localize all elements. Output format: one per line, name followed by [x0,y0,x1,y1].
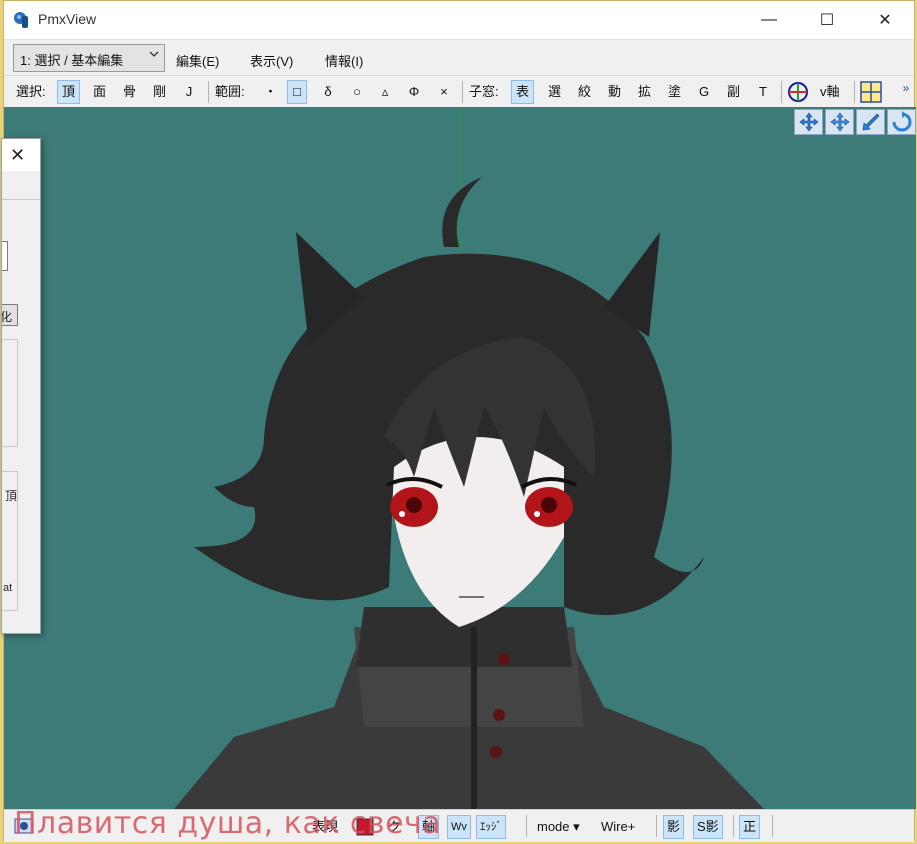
child-group-button[interactable]: G [694,80,714,104]
v-axis-button[interactable]: v軸 [816,80,844,104]
child-t-button[interactable]: T [753,80,773,104]
title-bar: PmxView — ☐ ✕ [4,1,914,39]
dialog-group-text: at [3,582,13,594]
range-rect-button[interactable]: □ [287,80,307,104]
child-window-label: 子窓: [469,84,499,99]
expression-button[interactable]: 表現 [309,815,341,839]
render-mode-dropdown[interactable]: mode ▾ [534,815,583,839]
range-phi-button[interactable]: Φ [404,80,424,104]
dialog-group-label: 頂 [5,489,18,503]
camera-icon[interactable] [14,816,34,840]
wv-toggle-button[interactable]: Wv [447,815,471,839]
mode-select-value: 1: 選択 / 基本編集 [20,53,124,68]
menu-bar: 1: 選択 / 基本編集 編集(E) 表示(V) 情報(I) [4,39,914,75]
window-title: PmxView [38,11,97,27]
jacket-button [490,746,502,758]
orthographic-toggle-button[interactable]: 正 [739,815,761,839]
pmxview-app-icon [12,10,32,30]
color-swatch-icon[interactable] [356,818,374,842]
range-triangle-button[interactable]: ▵ [375,80,395,104]
shadow-toggle-button[interactable]: 影 [663,815,685,839]
bottombar-divider [656,815,657,837]
bottom-toolbar: 表現 ク 軸 Wv ｴｯｼﾞ mode ▾ Wire+ 影 S影 正 [4,809,914,842]
mode-select-dropdown[interactable]: 1: 選択 / 基本編集 [13,44,165,72]
child-paint-button[interactable]: 塗 [664,80,685,104]
self-shadow-toggle-button[interactable]: S影 [693,815,723,839]
dialog-text-field[interactable] [2,241,8,271]
chevron-down-icon: ▾ [573,819,580,834]
dialog-action-button[interactable]: 化 [1,304,18,326]
toolbar-overflow-button[interactable]: » [896,76,916,100]
wire-plus-button[interactable]: Wire+ [598,815,638,839]
child-scale-button[interactable]: 拡 [634,80,655,104]
select-mode-label: 選択: [16,84,46,99]
toolbar-divider [208,81,209,103]
select-rigidbody-button[interactable]: 剛 [149,80,170,104]
dialog-group-box [2,339,18,447]
axis-gizmo-icon[interactable] [787,80,809,104]
range-point-button[interactable]: ・ [260,80,281,104]
dialog-close-button[interactable]: ✕ [10,145,25,166]
close-button[interactable]: ✕ [856,1,914,39]
toggle-ku-button[interactable]: ク [385,815,404,839]
edge-toggle-button[interactable]: ｴｯｼﾞ [476,815,506,839]
bottombar-divider [526,815,527,837]
range-delta-button[interactable]: δ [318,80,338,104]
layout-grid-icon[interactable] [860,80,882,104]
character-model [174,177,764,809]
child-move-button[interactable]: 動 [604,80,625,104]
menu-view[interactable]: 表示(V) [250,51,293,70]
dialog-button-label: 化 [1,310,13,324]
axis-toggle-button[interactable]: 軸 [418,815,440,839]
select-face-button[interactable]: 面 [89,80,110,104]
main-toolbar: 選択: 頂 面 骨 剛 J 範囲: ・ □ δ ○ ▵ Φ × 子窓: 表 選 … [4,75,914,107]
child-filter-button[interactable]: 絞 [574,80,595,104]
select-joint-button[interactable]: J [179,80,199,104]
bottombar-divider [772,815,773,837]
3d-viewport[interactable] [4,107,916,809]
select-bone-button[interactable]: 骨 [119,80,140,104]
side-dialog[interactable]: ✕ 化 頂 at [1,138,41,634]
jacket-button [498,653,510,665]
render-mode-label: mode [537,819,570,834]
maximize-button[interactable]: ☐ [798,1,856,39]
child-sub-button[interactable]: 副 [723,80,744,104]
minimize-button[interactable]: — [740,1,798,39]
toolbar-divider [781,81,782,103]
range-circle-button[interactable]: ○ [347,80,367,104]
bottombar-divider [733,815,734,837]
pmxview-window: PmxView — ☐ ✕ 1: 選択 / 基本編集 編集(E) 表示(V) 情… [1,0,916,842]
menu-info[interactable]: 情報(I) [325,51,363,70]
select-vertex-button[interactable]: 頂 [57,80,81,104]
range-clear-button[interactable]: × [434,80,454,104]
dialog-divider [2,199,40,200]
child-table-button[interactable]: 表 [511,80,535,104]
chevron-down-icon [149,49,159,62]
toolbar-divider [854,81,855,103]
toolbar-divider [462,81,463,103]
jacket-button [493,709,505,721]
menu-edit[interactable]: 編集(E) [176,51,219,70]
dialog-group-box: 頂 at [2,471,18,611]
child-select-button[interactable]: 選 [544,80,565,104]
range-label: 範囲: [215,84,245,99]
